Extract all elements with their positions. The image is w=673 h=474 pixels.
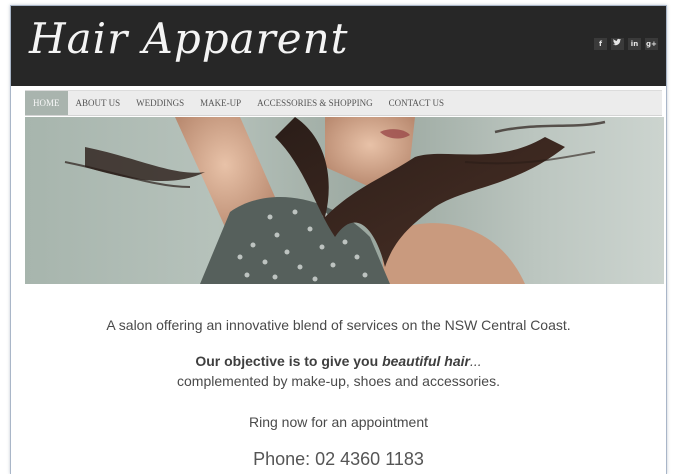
site-logo[interactable]: Hair Apparent <box>29 14 349 63</box>
nav-item-contact-us[interactable]: CONTACT US <box>381 91 452 115</box>
nav-item-weddings[interactable]: WEDDINGS <box>128 91 192 115</box>
hero-banner <box>25 117 664 284</box>
main-nav: HOME ABOUT US WEDDINGS MAKE-UP ACCESSORI… <box>25 90 662 116</box>
objective-ellipsis: ... <box>469 353 482 369</box>
objective-line-2: complemented by make-up, shoes and acces… <box>177 373 500 389</box>
model-hair-photo <box>64 117 606 284</box>
nav-item-home[interactable]: HOME <box>25 91 68 115</box>
page-frame: Hair Apparent f in g+ HOME ABOUT US WEDD… <box>10 5 667 474</box>
nav-item-make-up[interactable]: MAKE-UP <box>192 91 249 115</box>
social-links: f in g+ <box>594 38 658 50</box>
objective-emphasis: beautiful hair <box>382 353 470 369</box>
objective-lead: Our objective is to give you <box>195 353 383 369</box>
site-header: Hair Apparent f in g+ <box>11 6 666 86</box>
objective-text: Our objective is to give you beautiful h… <box>11 351 666 391</box>
nav-item-about-us[interactable]: ABOUT US <box>68 91 129 115</box>
objective-line-1: Our objective is to give you beautiful h… <box>11 351 666 371</box>
salon-tagline: A salon offering an innovative blend of … <box>106 317 571 333</box>
twitter-icon[interactable] <box>611 38 624 50</box>
googleplus-icon[interactable]: g+ <box>645 38 658 50</box>
phone-number[interactable]: Phone: 02 4360 1183 <box>11 449 666 470</box>
twitter-bird-icon <box>613 38 622 46</box>
nav-item-accessories-shopping[interactable]: ACCESSORIES & SHOPPING <box>249 91 381 115</box>
facebook-icon[interactable]: f <box>594 38 607 50</box>
appointment-prompt: Ring now for an appointment <box>249 414 428 430</box>
linkedin-icon[interactable]: in <box>628 38 641 50</box>
